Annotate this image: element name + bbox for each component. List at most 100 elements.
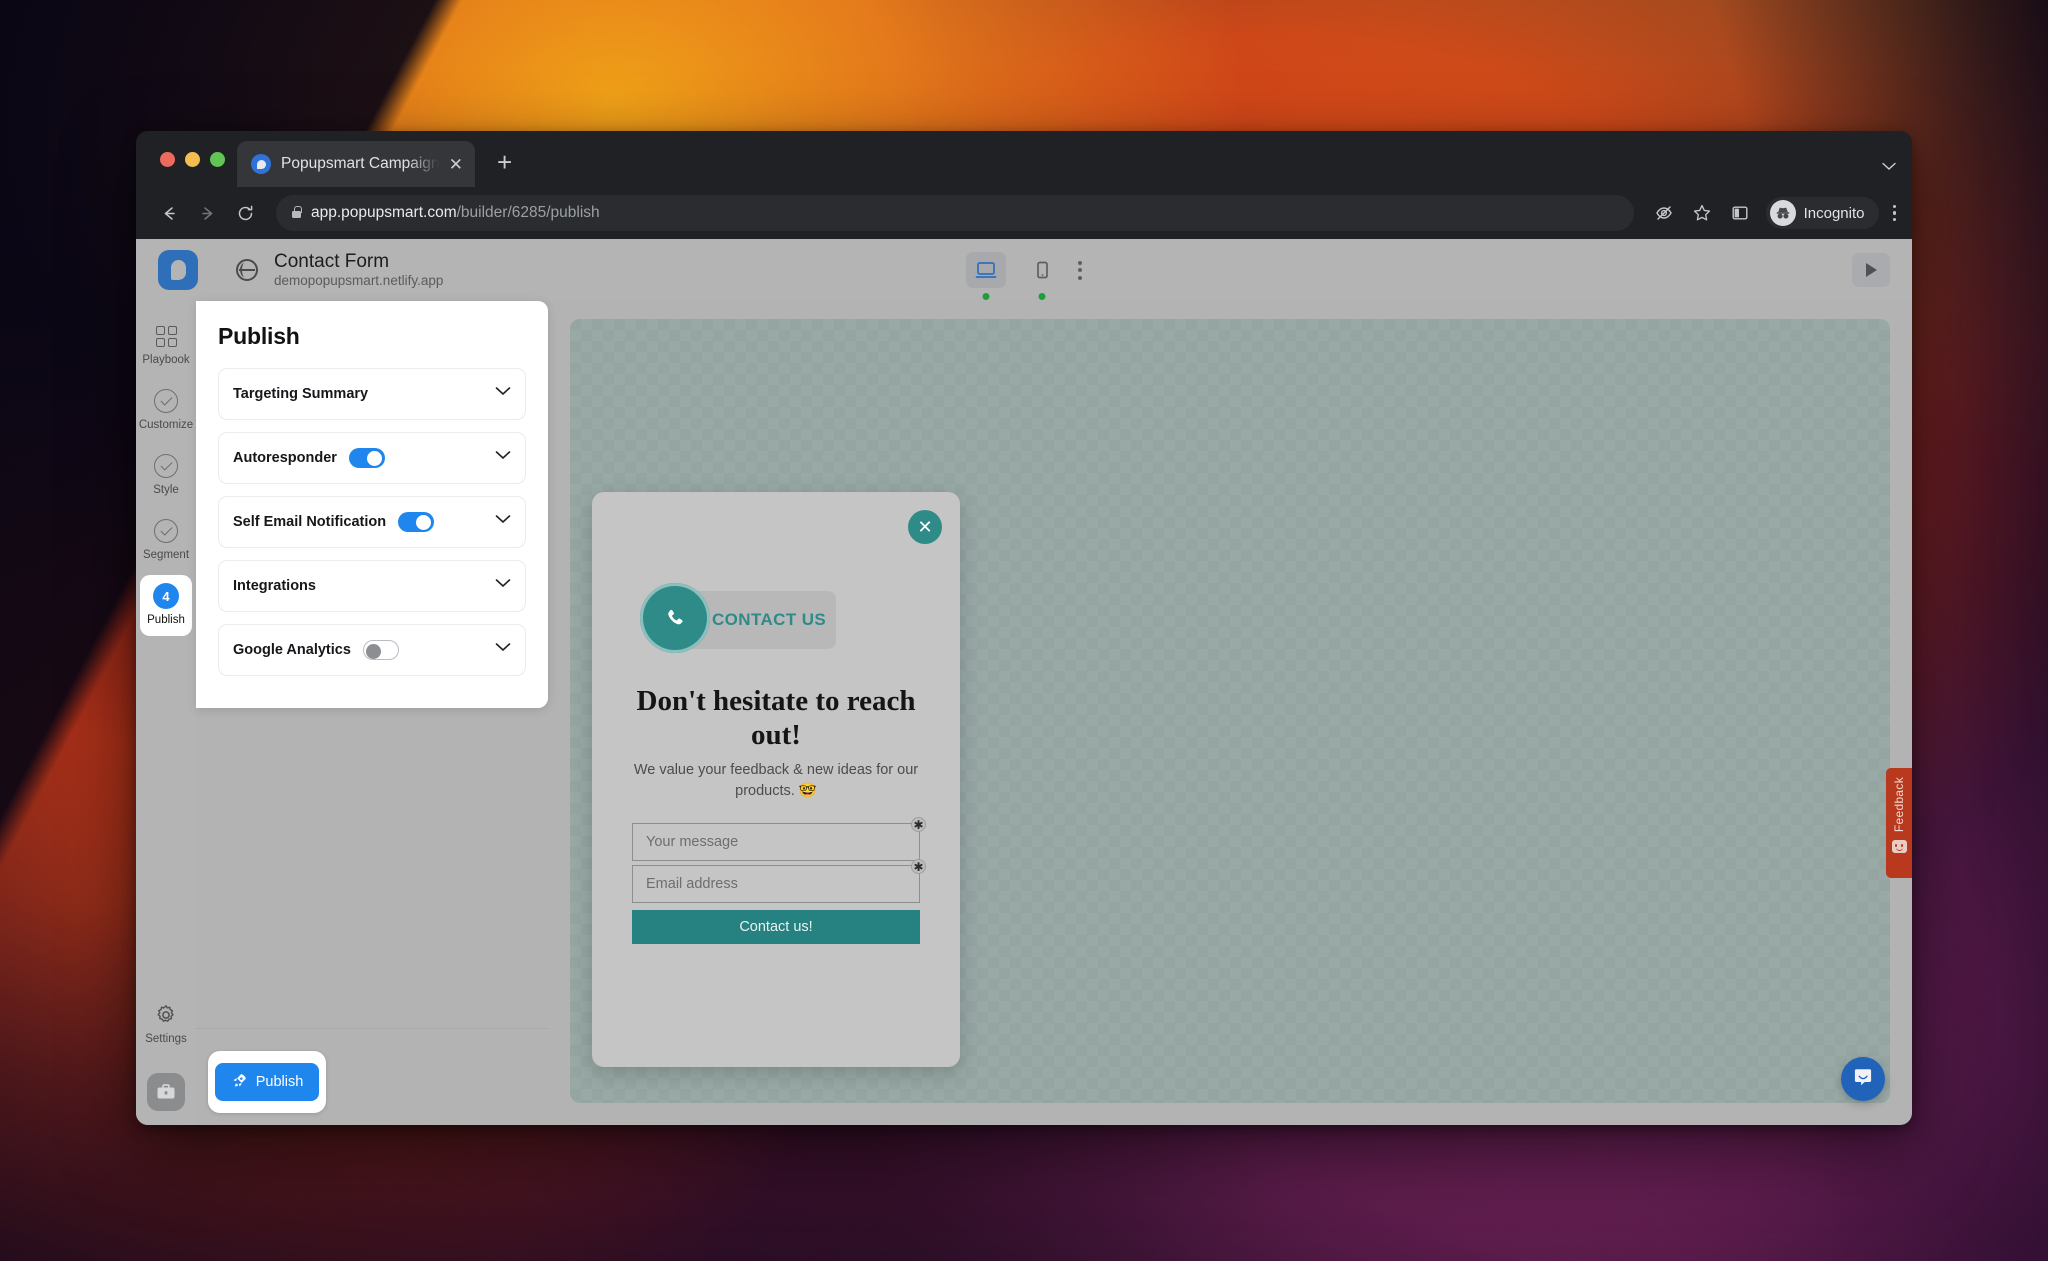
page-viewport: Contact Form demopopupsmart.netlify.app xyxy=(136,239,1912,1125)
page-title: Contact Form xyxy=(274,250,390,272)
accordion-self-email-notification[interactable]: Self Email Notification xyxy=(218,496,526,548)
sidebar-item-label: Segment xyxy=(142,549,190,561)
sidebar-item-publish[interactable]: 4 Publish xyxy=(140,575,192,636)
browser-tab[interactable]: Popupsmart Campaign Builder ✕ xyxy=(237,141,475,187)
accordion-label: Integrations xyxy=(233,578,316,594)
campaign-domain: demopopupsmart.netlify.app xyxy=(274,273,444,289)
publish-panel-column: Publish Targeting Summary Autoresponder xyxy=(196,301,548,1125)
feedback-tab-label: Feedback xyxy=(1892,777,1906,833)
new-tab-button[interactable]: + xyxy=(497,149,512,175)
self-email-notification-toggle[interactable] xyxy=(398,512,435,532)
accordion-integrations[interactable]: Integrations xyxy=(218,560,526,612)
minimize-window-button[interactable] xyxy=(185,151,200,167)
accordion-label: Google Analytics xyxy=(233,642,351,658)
desktop-status-dot xyxy=(982,293,990,300)
accordion-autoresponder[interactable]: Autoresponder xyxy=(218,432,526,484)
preview-canvas[interactable]: ✕ CONTACT US Don't hesitate to reach out… xyxy=(570,319,1890,1103)
mobile-preview-button[interactable] xyxy=(1022,252,1062,300)
browser-tab-strip: Popupsmart Campaign Builder ✕ + xyxy=(136,131,1912,187)
profile-button[interactable]: Incognito xyxy=(1765,197,1879,229)
sidebar-item-style[interactable]: Style xyxy=(140,445,192,506)
mobile-status-dot xyxy=(1038,293,1046,300)
forward-button[interactable] xyxy=(190,196,224,230)
briefcase-icon[interactable] xyxy=(147,1073,185,1111)
star-icon[interactable] xyxy=(1686,197,1718,229)
app-sidebar: Playbook Customize Style Segment 4 Publi… xyxy=(136,301,196,1125)
maximize-window-button[interactable] xyxy=(210,151,225,167)
sidebar-item-label: Customize xyxy=(138,419,194,431)
reload-button[interactable] xyxy=(228,196,262,230)
sidebar-item-label: Publish xyxy=(147,614,185,626)
sidebar-item-segment[interactable]: Segment xyxy=(140,510,192,571)
app-header: Contact Form demopopupsmart.netlify.app xyxy=(136,239,1912,301)
preview-play-button[interactable] xyxy=(1852,253,1890,287)
desktop-preview-button[interactable] xyxy=(966,252,1006,300)
panel-divider xyxy=(196,1028,548,1029)
publish-button-container: Publish xyxy=(208,1051,326,1113)
email-field[interactable]: Email address ✱ xyxy=(632,859,926,903)
browser-toolbar: app.popupsmart.com/builder/6285/publish xyxy=(136,187,1912,239)
grid-icon xyxy=(153,323,179,349)
rocket-icon xyxy=(231,1072,248,1093)
address-bar[interactable]: app.popupsmart.com/builder/6285/publish xyxy=(276,195,1634,231)
accordion-targeting-summary[interactable]: Targeting Summary xyxy=(218,368,526,420)
publish-button[interactable]: Publish xyxy=(214,1063,320,1101)
chevron-down-icon[interactable] xyxy=(495,642,511,658)
chevron-down-icon[interactable] xyxy=(495,514,511,530)
message-field[interactable]: Your message ✱ xyxy=(632,817,926,861)
kebab-menu-icon[interactable] xyxy=(1892,204,1896,222)
sidebar-item-label: Settings xyxy=(145,1033,187,1045)
publish-panel: Publish Targeting Summary Autoresponder xyxy=(196,301,548,708)
address-bar-url: app.popupsmart.com/builder/6285/publish xyxy=(311,204,600,222)
gear-icon xyxy=(153,1002,179,1028)
chevron-down-icon[interactable] xyxy=(495,450,511,466)
close-window-button[interactable] xyxy=(160,151,175,167)
step-badge: 4 xyxy=(153,583,179,609)
popup-cta-button[interactable]: Contact us! xyxy=(632,910,920,944)
popupsmart-logo[interactable] xyxy=(158,250,198,290)
chevron-down-icon[interactable] xyxy=(1882,158,1896,175)
back-button[interactable] xyxy=(152,196,186,230)
side-panel-icon[interactable] xyxy=(1724,197,1756,229)
google-analytics-toggle[interactable] xyxy=(362,640,399,660)
accordion-label: Autoresponder xyxy=(233,450,337,466)
close-icon[interactable]: ✕ xyxy=(449,156,463,173)
sidebar-item-settings[interactable]: Settings xyxy=(140,994,192,1055)
incognito-avatar-icon xyxy=(1769,200,1796,226)
kebab-menu-icon[interactable] xyxy=(1078,260,1082,280)
feedback-tab[interactable]: Feedback xyxy=(1886,768,1912,878)
sidebar-item-label: Playbook xyxy=(142,354,190,366)
chevron-down-icon[interactable] xyxy=(495,578,511,594)
sidebar-item-customize[interactable]: Customize xyxy=(138,380,194,441)
browser-tab-title: Popupsmart Campaign Builder xyxy=(281,155,439,172)
url-host: app.popupsmart.com xyxy=(311,204,457,221)
lock-icon xyxy=(292,206,302,218)
panel-title: Publish xyxy=(218,323,300,349)
autoresponder-toggle[interactable] xyxy=(348,448,385,468)
globe-icon xyxy=(236,259,258,281)
accordion-label: Targeting Summary xyxy=(233,386,369,402)
chevron-down-icon[interactable] xyxy=(495,386,511,402)
eye-off-icon[interactable] xyxy=(1648,197,1680,229)
step-badge-number: 4 xyxy=(153,583,179,609)
chat-launcher-button[interactable] xyxy=(1841,1057,1885,1101)
check-circle-icon xyxy=(153,388,179,414)
check-circle-icon xyxy=(153,518,179,544)
sidebar-bottom: Settings xyxy=(140,994,192,1125)
close-icon[interactable]: ✕ xyxy=(908,510,942,544)
popupsmart-favicon-icon xyxy=(251,154,271,174)
popup-headline: Don't hesitate to reach out! xyxy=(636,685,916,752)
popup-brand-text: CONTACT US xyxy=(712,610,827,629)
sidebar-item-playbook[interactable]: Playbook xyxy=(140,315,192,376)
preview-canvas-column: ✕ CONTACT US Don't hesitate to reach out… xyxy=(548,301,1912,1125)
accordion-label: Self Email Notification xyxy=(233,514,387,530)
browser-window: Popupsmart Campaign Builder ✕ + app.popu… xyxy=(136,131,1912,1125)
profile-label: Incognito xyxy=(1803,204,1865,222)
popup-preview[interactable]: ✕ CONTACT US Don't hesitate to reach out… xyxy=(592,492,960,1067)
app-body: Playbook Customize Style Segment 4 Publi… xyxy=(136,301,1912,1125)
window-traffic-lights xyxy=(154,131,237,187)
campaign-info: Contact Form demopopupsmart.netlify.app xyxy=(274,250,443,291)
device-preview-toggles xyxy=(966,252,1082,300)
accordion-google-analytics[interactable]: Google Analytics xyxy=(218,624,526,676)
sidebar-item-label: Style xyxy=(153,484,179,496)
